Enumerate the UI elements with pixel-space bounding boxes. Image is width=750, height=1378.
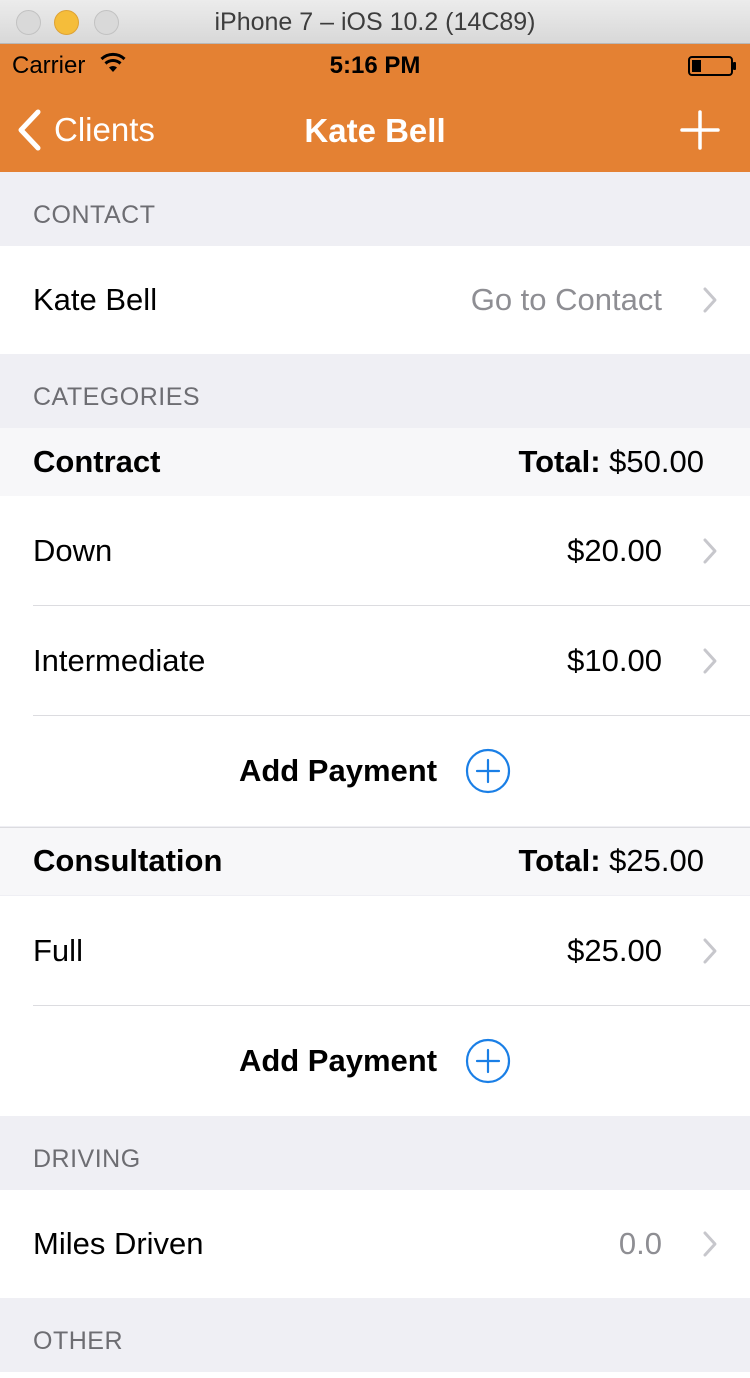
chevron-right-icon xyxy=(703,938,717,964)
payment-label: Full xyxy=(33,933,83,968)
chevron-right-icon xyxy=(703,648,717,674)
other-row xyxy=(0,1372,750,1378)
section-header-categories: CATEGORIES xyxy=(33,383,201,411)
payment-row-full[interactable]: Full $25.00 xyxy=(0,896,750,1006)
miles-driven-row[interactable]: Miles Driven 0.0 xyxy=(0,1190,750,1298)
add-payment-button-contract[interactable]: Add Payment xyxy=(0,716,750,826)
category-header-consultation: Consultation Total: $25.00 xyxy=(0,827,750,895)
add-payment-label: Add Payment xyxy=(238,753,438,788)
contact-name: Kate Bell xyxy=(33,282,158,317)
section-header-other: OTHER xyxy=(33,1327,123,1355)
category-total: Total: $50.00 xyxy=(518,444,704,480)
battery-icon xyxy=(688,56,736,76)
chevron-right-icon xyxy=(703,1231,717,1257)
window-title: iPhone 7 – iOS 10.2 (14C89) xyxy=(214,8,536,36)
add-payment-label: Add Payment xyxy=(238,1043,438,1078)
total-value: $50.00 xyxy=(609,444,704,479)
back-label: Clients xyxy=(54,111,155,148)
go-to-contact-link: Go to Contact xyxy=(470,282,662,317)
section-header-contact: CONTACT xyxy=(33,201,156,229)
payment-label: Intermediate xyxy=(33,643,206,678)
category-header-contract: Contract Total: $50.00 xyxy=(0,428,750,496)
row-separator xyxy=(0,827,750,828)
payment-row-down[interactable]: Down $20.00 xyxy=(0,496,750,606)
total-value: $25.00 xyxy=(609,843,704,878)
chevron-right-icon xyxy=(703,287,717,313)
payment-amount: $25.00 xyxy=(567,933,662,968)
contact-row[interactable]: Kate Bell Go to Contact xyxy=(0,246,750,354)
chevron-left-icon xyxy=(18,109,41,151)
navigation-bar: Carrier 5:16 PM Clients Kate Bell xyxy=(0,44,750,172)
chevron-right-icon xyxy=(703,538,717,564)
category-name: Consultation xyxy=(33,843,223,878)
payment-label: Down xyxy=(33,533,113,568)
category-total: Total: $25.00 xyxy=(518,843,704,879)
add-icon[interactable] xyxy=(678,108,722,152)
miles-driven-value: 0.0 xyxy=(618,1226,662,1261)
section-header-driving: DRIVING xyxy=(33,1145,141,1173)
back-button[interactable]: Clients xyxy=(16,106,155,154)
plus-circle-icon[interactable] xyxy=(465,748,511,794)
payment-amount: $20.00 xyxy=(567,533,662,568)
add-payment-button-consultation[interactable]: Add Payment xyxy=(0,1006,750,1116)
total-label: Total: xyxy=(518,444,601,479)
simulator-title-bar: iPhone 7 – iOS 10.2 (14C89) xyxy=(0,0,750,44)
payment-amount: $10.00 xyxy=(567,643,662,678)
category-name: Contract xyxy=(33,444,161,479)
total-label: Total: xyxy=(518,843,601,878)
payment-row-intermediate[interactable]: Intermediate $10.00 xyxy=(0,606,750,716)
plus-circle-icon[interactable] xyxy=(465,1038,511,1084)
miles-driven-label: Miles Driven xyxy=(33,1226,204,1261)
status-time: 5:16 PM xyxy=(329,52,421,79)
